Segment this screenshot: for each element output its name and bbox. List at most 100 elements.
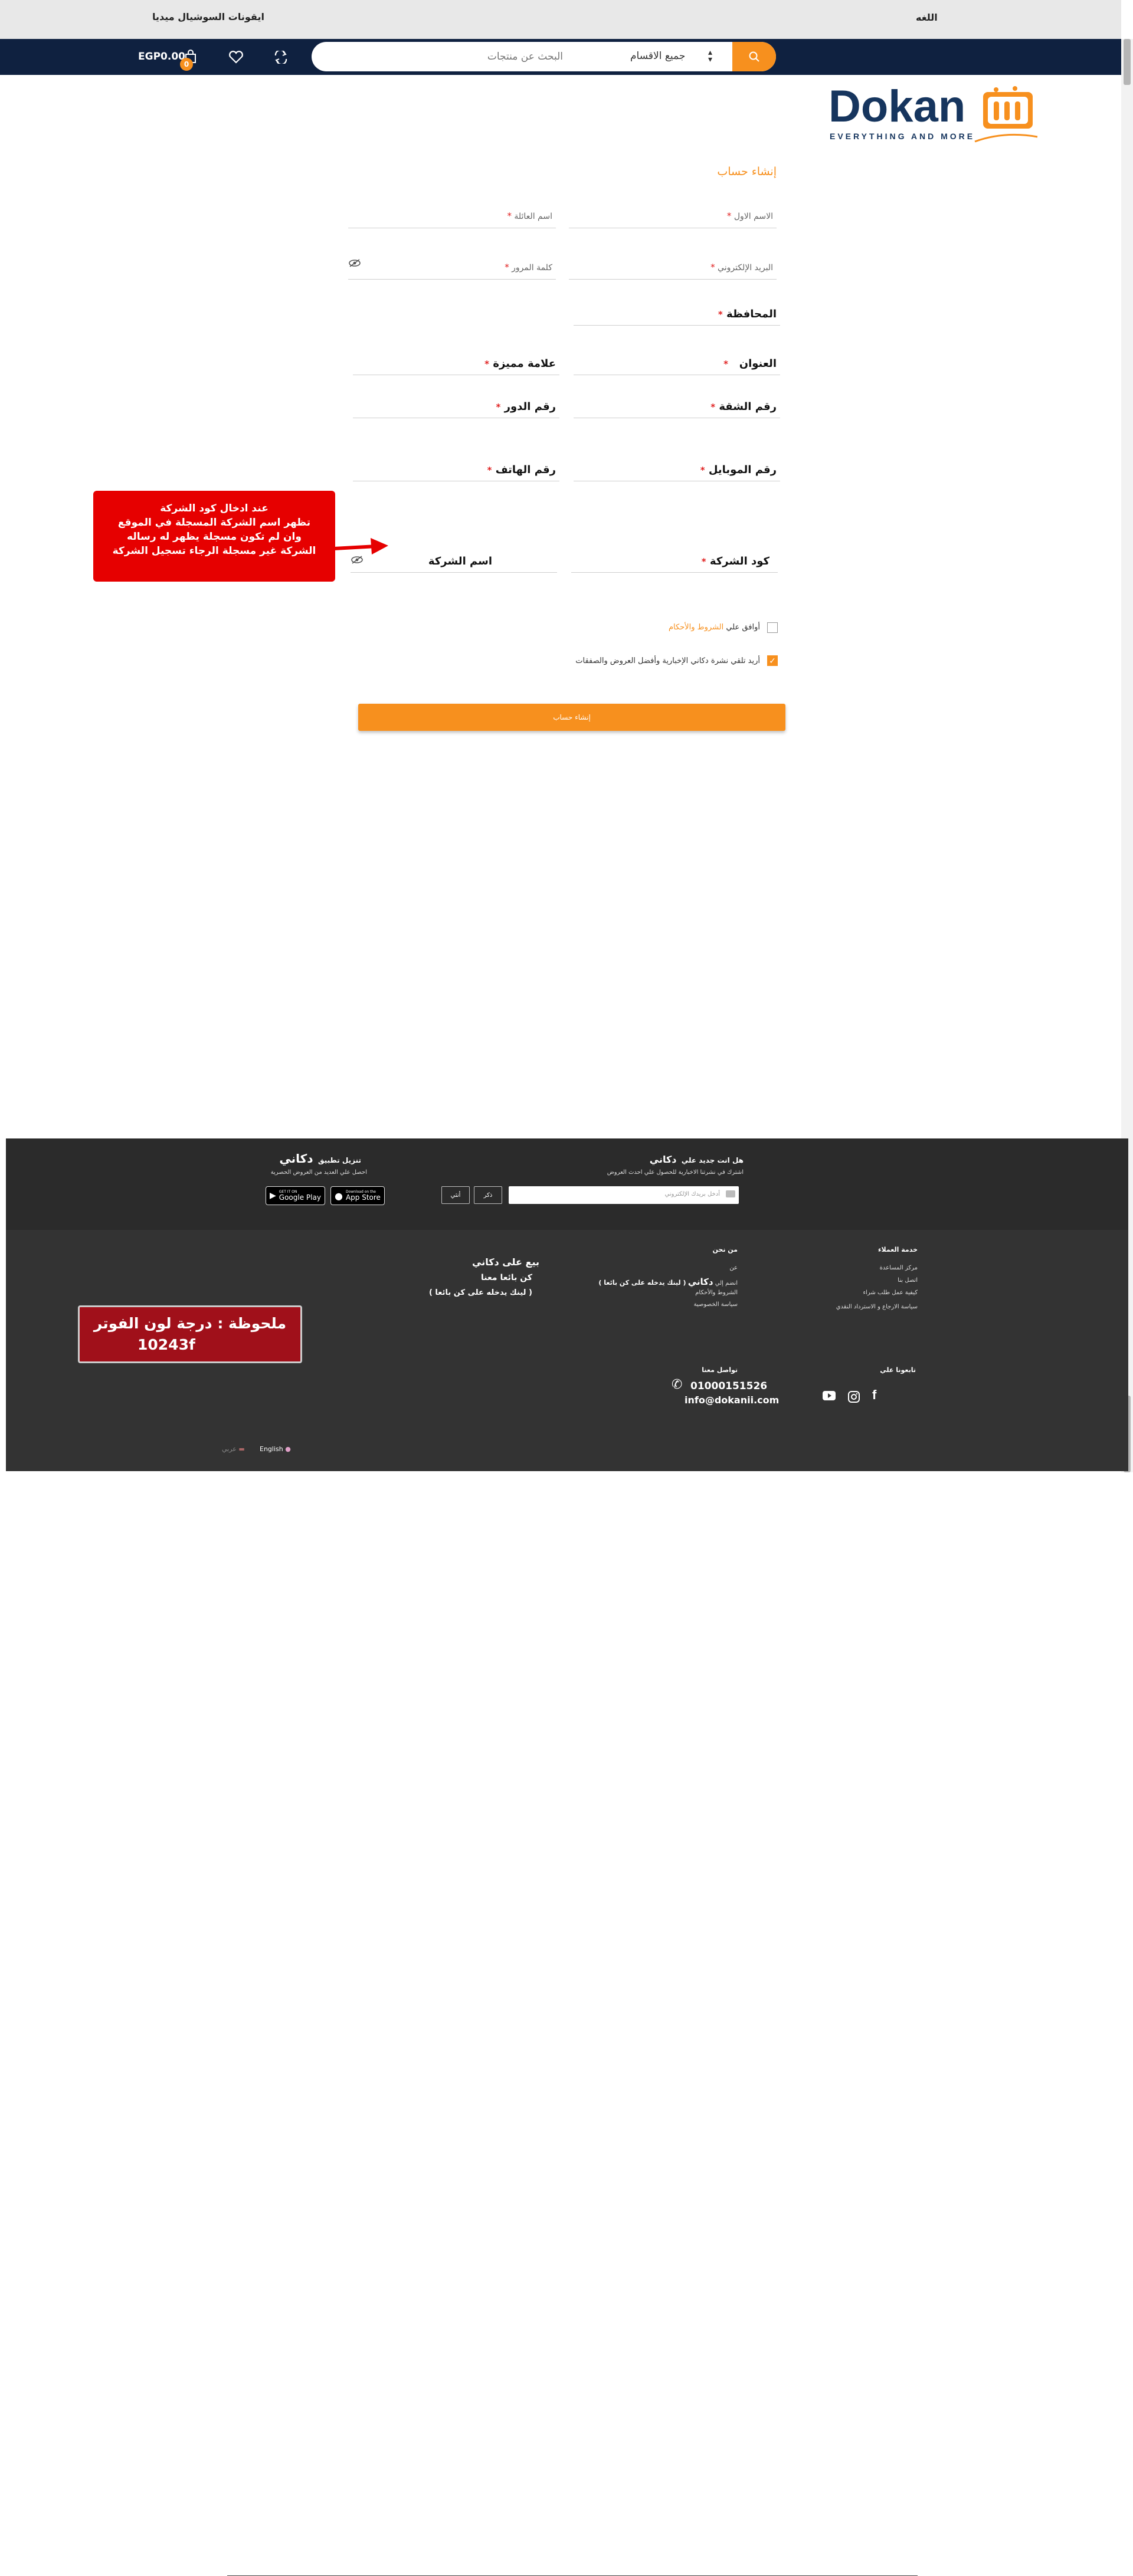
app-store-button[interactable]: ● Download on the App Store	[330, 1186, 385, 1205]
required-mark: *	[726, 211, 732, 221]
newsletter-checkbox[interactable]: ✓	[767, 655, 778, 666]
terms-checkbox[interactable]	[767, 622, 778, 633]
required-mark: *	[487, 465, 492, 475]
select-arrows-icon: ▴ ▾	[708, 48, 713, 64]
google-play-name: Google Play	[279, 1193, 321, 1202]
governorate-field[interactable]: المحافظة *	[574, 301, 780, 326]
callout-line: عند ادخال كود الشركة	[160, 503, 268, 514]
app-subtitle: احصل علي العديد من العروض الحصرية	[270, 1169, 367, 1176]
sell-subtitle[interactable]: كن بائعا معنا	[481, 1273, 532, 1282]
contact-phone[interactable]: 01000151526	[690, 1380, 767, 1392]
mobile-label: رقم الموبايل	[708, 464, 777, 476]
footer: هل انت جديد علي دكاني اشترك في نشرتنا ال…	[6, 1138, 1128, 2576]
company-code-field[interactable]: كود الشركة *	[571, 548, 778, 573]
callout-line: الشركة غير مسجلة الرجاء تسجيل الشركة	[112, 545, 316, 557]
floor-field[interactable]: رقم الدور *	[353, 393, 559, 418]
newsletter-title: هل انت جديد علي دكاني	[650, 1154, 744, 1165]
newsletter-email-input[interactable]: أدخل بريدك الإلكتروني	[509, 1186, 739, 1204]
cart-total[interactable]: EGP0.00	[138, 51, 185, 63]
callout-line: وان لم تكون مسجلة يظهر له رساله	[127, 531, 302, 543]
last-name-field[interactable]: اسم العائلة *	[348, 204, 556, 228]
email-field[interactable]: البريد الإلكتروني *	[569, 255, 777, 280]
top-bar: اللغه ايقونات السوشيال ميديا	[0, 0, 1121, 39]
phone-field[interactable]: رقم الهاتف *	[353, 457, 559, 481]
mail-icon	[726, 1190, 735, 1197]
female-button[interactable]: أنثي	[441, 1186, 470, 1204]
landmark-field[interactable]: علامة مميزة *	[353, 350, 559, 375]
sell-title[interactable]: بيع على دكاني	[472, 1256, 539, 1268]
company-code-callout: عند ادخال كود الشركة تظهر اسم الشركة الم…	[93, 491, 335, 582]
note-line: ملحوظة : درجة لون الفوتر	[93, 1315, 287, 1332]
footer-link[interactable]: كيفية عمل طلب شراء	[863, 1289, 918, 1296]
first-name-field[interactable]: الاسم الاول *	[569, 204, 777, 228]
contact-title: تواصل معنا	[702, 1366, 738, 1374]
google-play-button[interactable]: ▶ GET IT ON Google Play	[266, 1186, 325, 1205]
mobile-field[interactable]: رقم الموبايل *	[574, 457, 780, 481]
note-color-code: 10243f	[137, 1336, 195, 1353]
join-note: ( لينك يدخله على كن بائعا )	[598, 1279, 686, 1287]
about-title: من نحن	[712, 1246, 738, 1253]
required-mark: *	[700, 465, 705, 475]
dokanii-logo[interactable]: Dokan EVERYTHING AND MORE	[827, 81, 1040, 150]
footer-link[interactable]: سياسة الارجاع و الاسترداد النقدي	[836, 1304, 918, 1310]
address-field[interactable]: العنوان *	[574, 350, 780, 375]
required-mark: *	[507, 211, 512, 221]
required-mark: *	[505, 262, 509, 273]
category-select[interactable]: جميع الاقسام	[630, 50, 685, 62]
footer-link[interactable]: سياسة الخصوصية	[694, 1301, 738, 1308]
lang-arabic-text: عربي	[222, 1445, 237, 1453]
cart-count-badge: 0	[180, 58, 193, 71]
scrollbar-thumb[interactable]	[1124, 39, 1131, 85]
footer-link[interactable]: عن	[729, 1265, 738, 1271]
google-play-icon: ▶	[270, 1191, 276, 1200]
facebook-icon[interactable]: f	[872, 1387, 876, 1403]
app-store-name: App Store	[345, 1193, 381, 1202]
page-title: إنشاء حساب	[717, 165, 777, 178]
follow-title: تابعونا علي	[880, 1366, 916, 1374]
search-bar: ▴ ▾ جميع الاقسام	[312, 42, 776, 71]
lang-arabic[interactable]: عربي ▬	[222, 1445, 245, 1453]
password-label: كلمة المرور	[512, 263, 552, 273]
compare-icon[interactable]	[271, 47, 291, 67]
callout-line: تظهر اسم الشركة المسجلة في الموقع	[117, 517, 311, 529]
password-field[interactable]: كلمة المرور *	[348, 255, 556, 280]
landmark-label: علامة مميزة	[493, 357, 556, 370]
newsletter-label: أريد تلقي نشرة دكاني الإخبارية وأفضل الع…	[575, 657, 760, 665]
footer-link[interactable]: اتصل بنا	[898, 1277, 918, 1284]
search-input[interactable]	[333, 49, 563, 64]
terms-link[interactable]: الشروط والأحكام	[669, 623, 723, 632]
youtube-icon[interactable]	[823, 1391, 836, 1403]
search-icon	[749, 51, 759, 62]
terms-label: أوافق علي الشروط والأحكام	[669, 623, 760, 632]
wishlist-heart-icon[interactable]	[226, 47, 246, 67]
first-name-label: الاسم الاول	[733, 212, 773, 221]
footer-join-link[interactable]: انضم إلي دكاني ( لينك يدخله على كن بائعا…	[598, 1276, 738, 1287]
app-download-title: تنزيل تطبيق دكاني	[279, 1151, 361, 1166]
footer-link[interactable]: مركز المساعدة	[880, 1265, 918, 1271]
newsletter-subtitle: اشترك في نشرتنا الاخبارية للحصول علي احد…	[607, 1169, 744, 1176]
required-mark: *	[723, 359, 728, 369]
address-label: العنوان	[739, 357, 777, 370]
logo-brand-text: Dokan	[829, 85, 965, 132]
search-button[interactable]	[732, 42, 776, 71]
join-text: انضم إلي	[715, 1280, 738, 1287]
customer-service-title: خدمة العملاء	[877, 1246, 918, 1253]
male-button[interactable]: ذكر	[474, 1186, 502, 1204]
phone-label: رقم الهاتف	[495, 464, 556, 476]
callout-arrow-icon	[334, 538, 388, 554]
newsletter-title-text: هل انت جديد علي	[681, 1156, 744, 1164]
footer-link[interactable]: الشروط والأحكام	[695, 1289, 738, 1296]
app-brand: دكاني	[279, 1151, 313, 1166]
create-account-button[interactable]: إنشاء حساب	[358, 704, 785, 731]
contact-email[interactable]: info@dokanii.com	[685, 1394, 779, 1406]
app-title-text: تنزيل تطبيق	[317, 1156, 361, 1164]
footer-color-note: ملحوظة : درجة لون الفوتر 10243f	[78, 1305, 302, 1363]
instagram-icon[interactable]	[848, 1391, 860, 1406]
company-code-label: كود الشركة	[709, 555, 769, 567]
apartment-field[interactable]: رقم الشقة *	[574, 393, 780, 418]
governorate-label: المحافظة	[726, 308, 777, 320]
lang-english[interactable]: English ●	[260, 1445, 291, 1453]
language-label[interactable]: اللغه	[916, 12, 938, 23]
email-label: البريد الإلكتروني	[718, 263, 773, 273]
password-visibility-icon[interactable]	[348, 258, 361, 270]
